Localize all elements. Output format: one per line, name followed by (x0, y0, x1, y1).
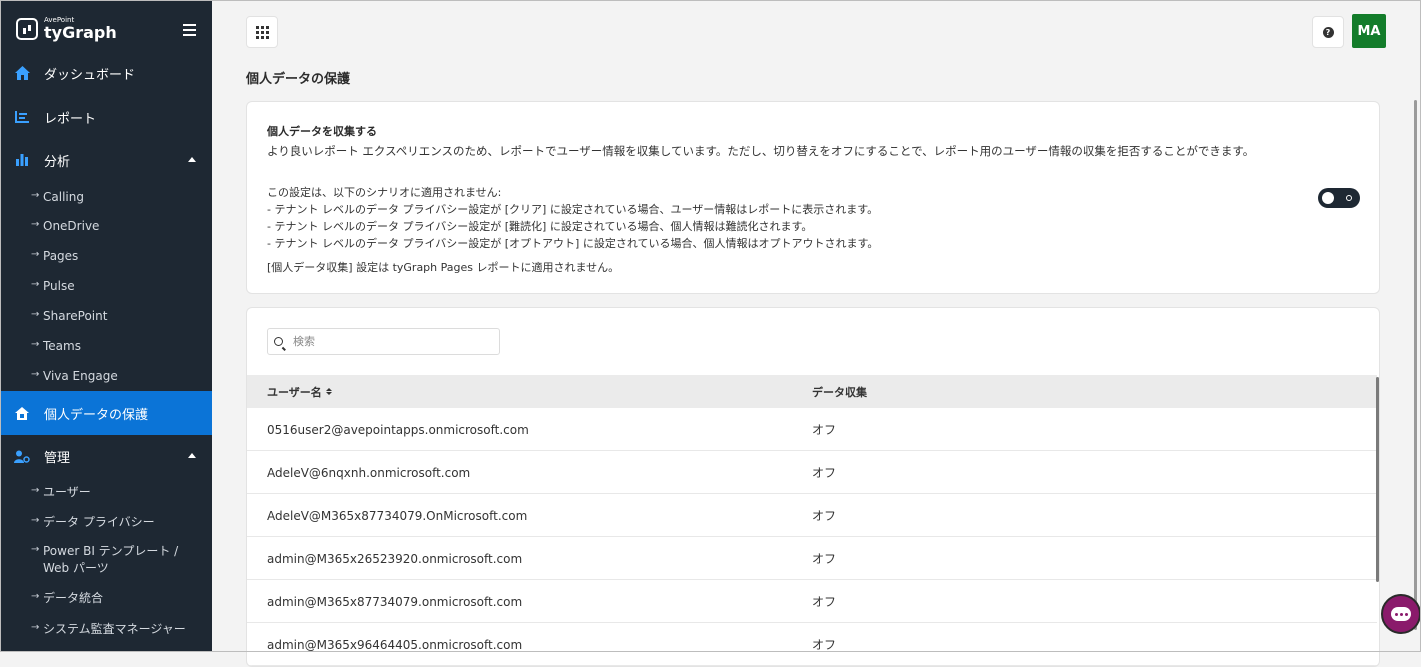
sidebar-item-label: レポート (44, 111, 97, 127)
home-icon (14, 65, 30, 81)
avatar[interactable]: MA (1352, 14, 1386, 48)
arrow-right-icon: → (31, 339, 40, 350)
arrow-right-icon: → (31, 591, 40, 602)
brand-name: tyGraph (44, 23, 117, 42)
user-settings-icon (14, 448, 30, 464)
search-icon (274, 337, 283, 346)
sidebar-subitem-pages[interactable]: → Pages (0, 248, 212, 265)
sort-icon (325, 388, 332, 395)
sidebar-item-label: 個人データの保護 (44, 407, 149, 423)
search-box[interactable] (267, 328, 500, 355)
sidebar-item-label: 分析 (44, 154, 71, 170)
sidebar-subitem-onedrive[interactable]: → OneDrive (0, 218, 212, 235)
page-title: 個人データの保護 (246, 72, 351, 87)
sidebar-item-admin[interactable]: 管理 (0, 434, 212, 478)
arrow-right-icon: → (31, 485, 40, 496)
arrow-right-icon: → (31, 515, 40, 526)
arrow-right-icon: → (31, 219, 40, 230)
sidebar-item-label: 管理 (44, 450, 71, 466)
report-icon (14, 109, 30, 125)
sidebar-subitem-users[interactable]: → ユーザー (0, 484, 212, 501)
arrow-right-icon: → (31, 622, 40, 633)
page-scrollbar[interactable] (1414, 100, 1417, 630)
search-input[interactable] (291, 334, 485, 349)
setting-scenarios: この設定は、以下のシナリオに適用されません: - テナント レベルのデータ プラ… (267, 184, 878, 252)
scenario-line: この設定は、以下のシナリオに適用されません: (267, 186, 502, 199)
table-row: AdeleV@M365x87734079.OnMicrosoft.com オフ (247, 494, 1377, 537)
scenario-line: - テナント レベルのデータ プライバシー設定が [クリア] に設定されている場… (267, 203, 879, 216)
arrow-right-icon: → (31, 279, 40, 290)
table-row: AdeleV@6nqxnh.onmicrosoft.com オフ (247, 451, 1377, 494)
chevron-up-icon (188, 453, 196, 458)
sidebar-item-privacy[interactable]: 個人データの保護 (0, 391, 212, 435)
toggle-off-icon (1346, 195, 1352, 201)
collect-data-toggle[interactable] (1318, 188, 1360, 208)
sidebar-subitem-data-privacy[interactable]: → データ プライバシー (0, 514, 212, 531)
app-launcher-button[interactable] (246, 16, 278, 48)
toggle-knob (1322, 192, 1334, 204)
sidebar-subitem-audit-manager[interactable]: → システム監査マネージャー (0, 621, 212, 638)
table-row: 0516user2@avepointapps.onmicrosoft.com オフ (247, 408, 1377, 451)
setting-note: [個人データ収集] 設定は tyGraph Pages レポートに適用されません… (267, 261, 620, 274)
table-row: admin@M365x26523920.onmicrosoft.com オフ (247, 537, 1377, 580)
setting-description: より良いレポート エクスペリエンスのため、レポートでユーザー情報を収集しています… (267, 144, 1255, 158)
arrow-right-icon: → (31, 309, 40, 320)
sidebar-item-label: ダッシュボード (44, 67, 136, 83)
user-table-card: ユーザー名 データ収集 0516user2@avepointapps.onmic… (246, 307, 1380, 667)
sidebar-subitem-sharepoint[interactable]: → SharePoint (0, 308, 212, 325)
arrow-right-icon: → (31, 190, 40, 201)
sidebar-subitem-powerbi-templates[interactable]: → Power BI テンプレート / Web パーツ (0, 543, 212, 577)
table-row: admin@M365x96464405.onmicrosoft.com オフ (247, 623, 1377, 666)
setting-title: 個人データを収集する (267, 125, 377, 138)
chat-bubble-icon (1391, 607, 1411, 621)
privacy-settings-card: 個人データを収集する より良いレポート エクスペリエンスのため、レポートでユーザ… (246, 101, 1380, 294)
sidebar-subitem-data-integration[interactable]: → データ統合 (0, 590, 212, 607)
sidebar-subitem-pulse[interactable]: → Pulse (0, 278, 212, 295)
bar-chart-icon (14, 152, 30, 168)
arrow-right-icon: → (31, 249, 40, 260)
column-header-collection: データ収集 (812, 385, 867, 399)
menu-toggle-icon[interactable] (183, 24, 196, 39)
scenario-line: - テナント レベルのデータ プライバシー設定が [難読化] に設定されている場… (267, 220, 813, 233)
chat-button[interactable] (1381, 594, 1421, 634)
grid-icon (255, 25, 269, 39)
sidebar-item-analysis[interactable]: 分析 (0, 138, 212, 182)
help-button[interactable]: ? (1312, 16, 1344, 48)
arrow-right-icon: → (31, 369, 40, 380)
column-header-username[interactable]: ユーザー名 (267, 384, 332, 400)
scenario-line: - テナント レベルのデータ プライバシー設定が [オプトアウト] に設定されて… (267, 237, 879, 250)
chevron-up-icon (188, 157, 196, 162)
sidebar-subitem-viva-engage[interactable]: → Viva Engage (0, 368, 212, 385)
sidebar-subitem-calling[interactable]: → Calling (0, 189, 212, 206)
help-icon: ? (1322, 26, 1334, 38)
sidebar-subitem-teams[interactable]: → Teams (0, 338, 212, 355)
sidebar-item-reports[interactable]: レポート (0, 95, 212, 139)
brand-logo[interactable]: AvePoint tyGraph (16, 17, 117, 41)
shield-home-icon (14, 405, 30, 421)
table-row: admin@M365x87734079.onmicrosoft.com オフ (247, 580, 1377, 623)
table-scrollbar[interactable] (1376, 377, 1379, 582)
sidebar-item-dashboard[interactable]: ダッシュボード (0, 51, 212, 95)
sidebar: AvePoint tyGraph ダッシュボード レポート 分析 → Callin… (0, 0, 212, 652)
arrow-right-icon: → (31, 544, 40, 555)
table-header: ユーザー名 データ収集 (247, 375, 1377, 408)
tygraph-logo-icon (16, 18, 38, 40)
